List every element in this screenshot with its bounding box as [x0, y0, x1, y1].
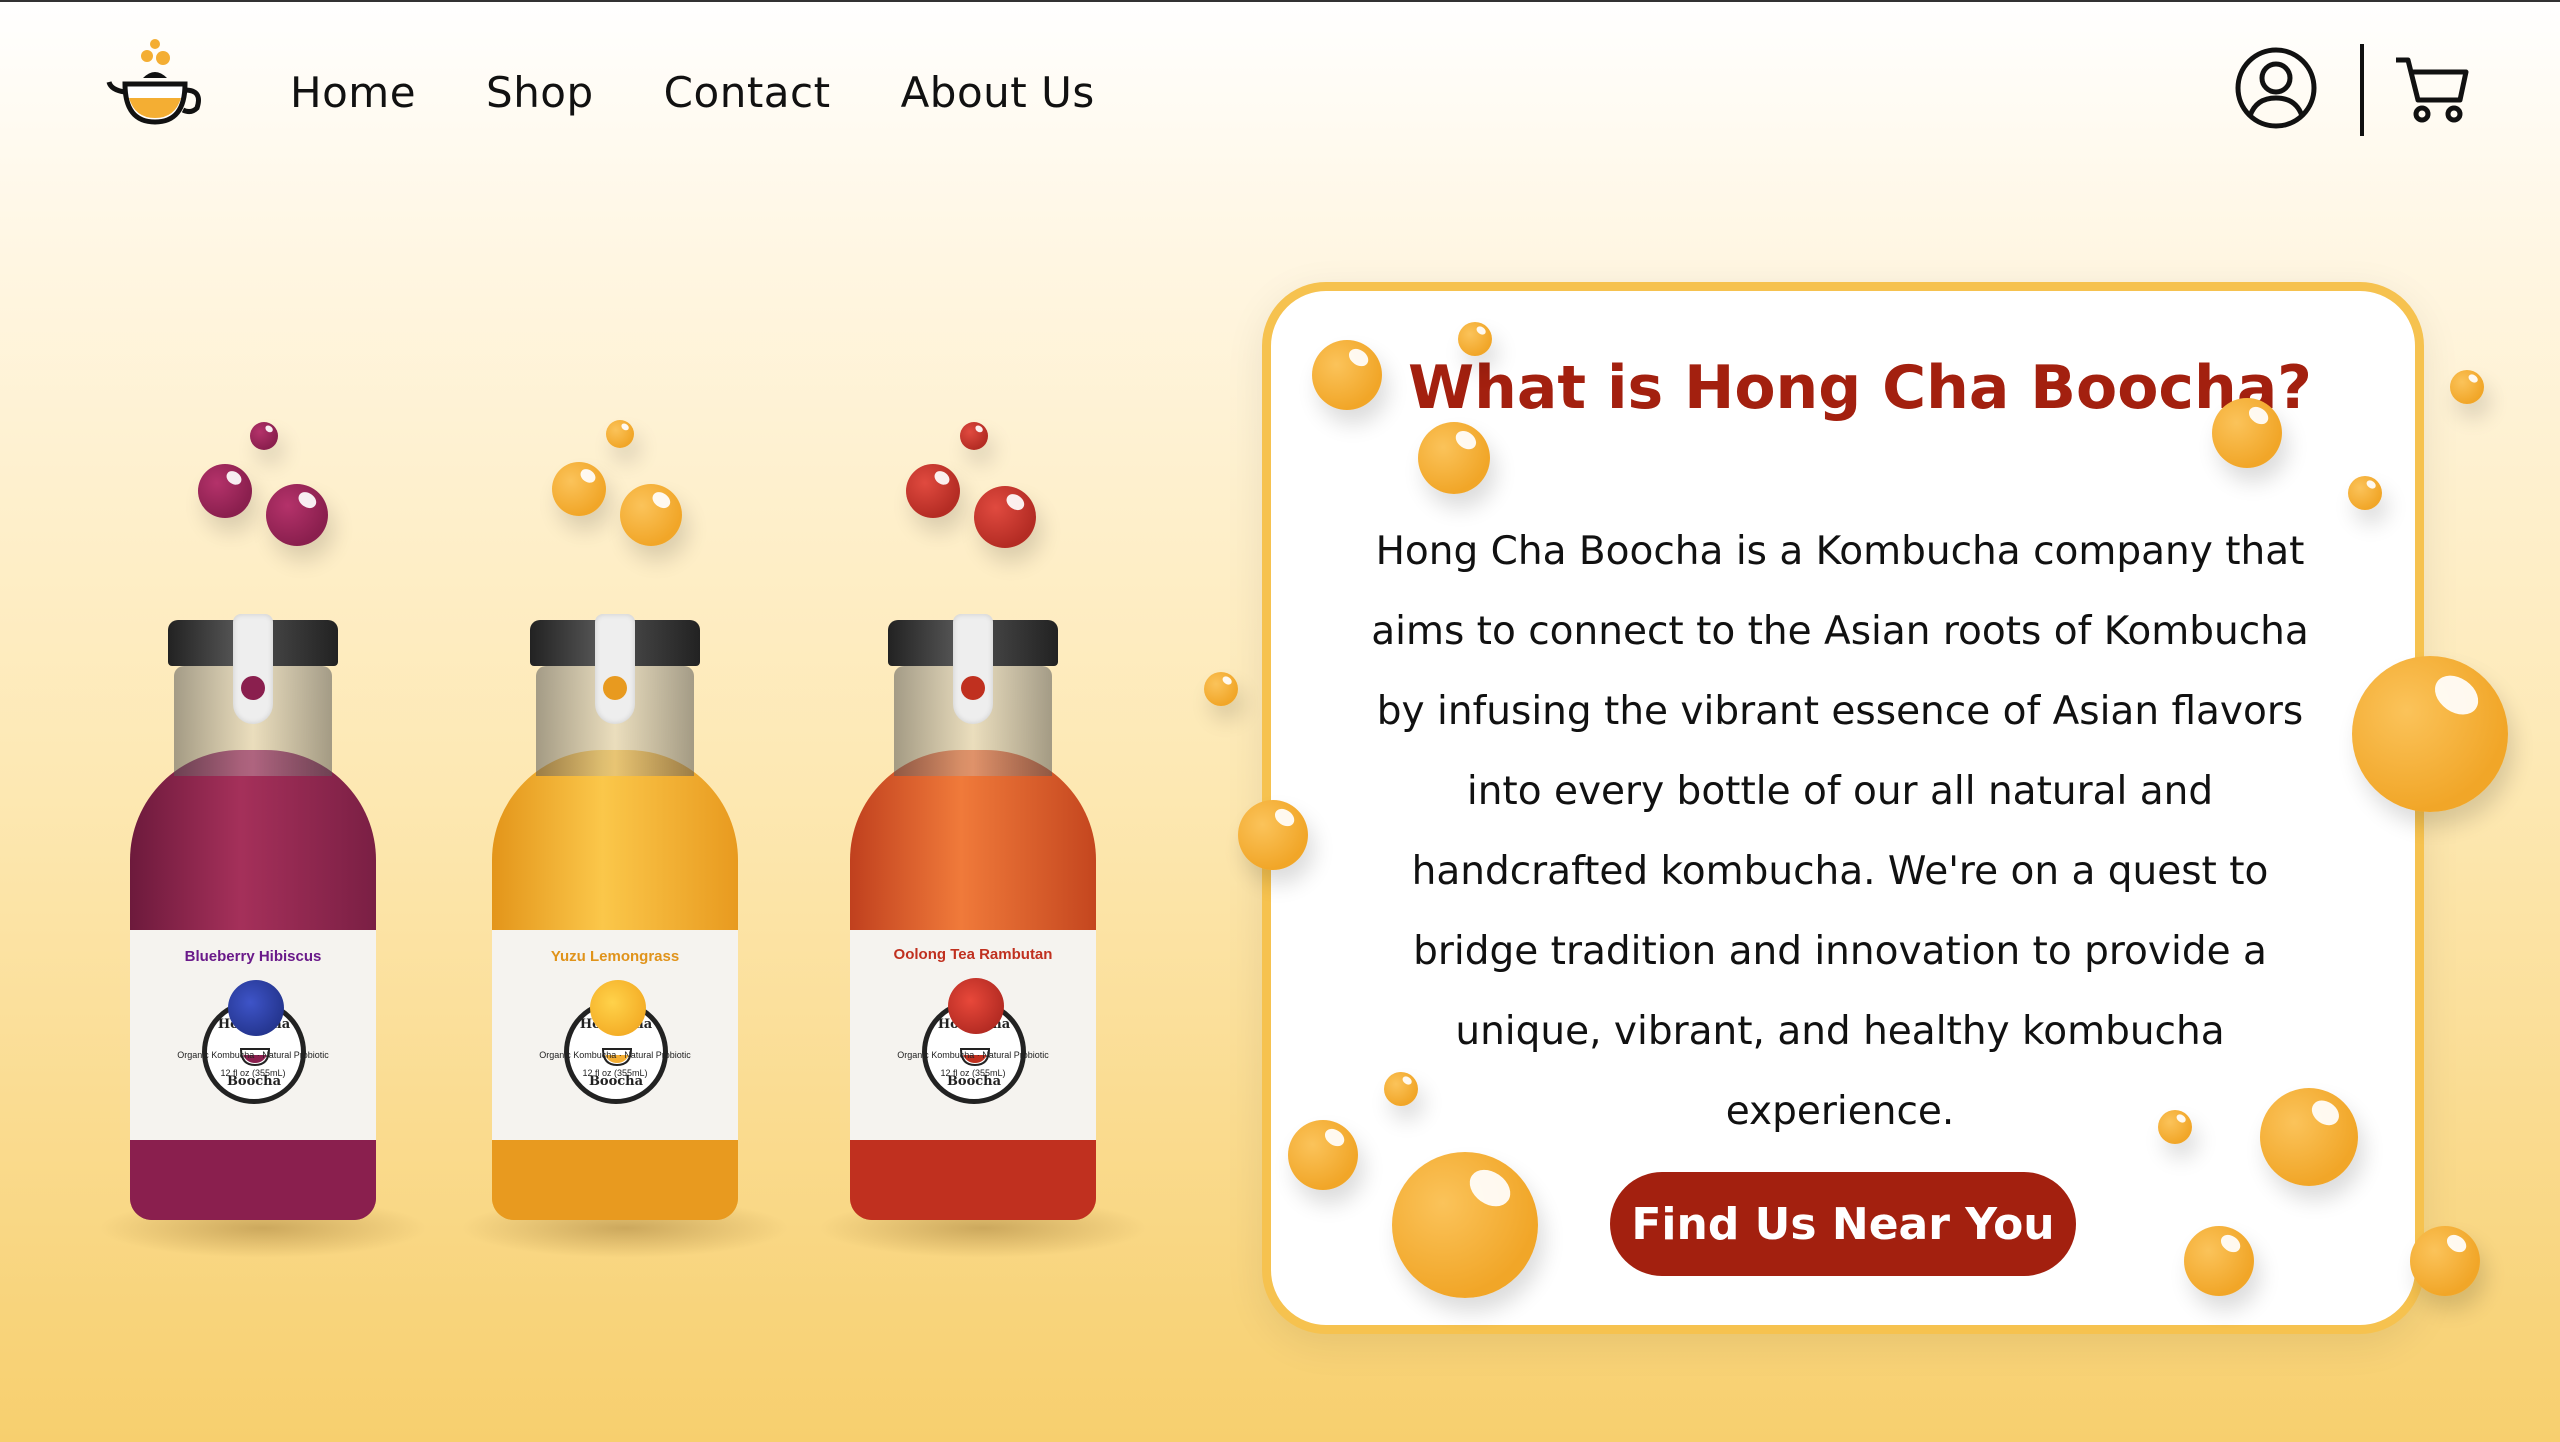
- bubble-decoration: [620, 484, 682, 546]
- bubble-decoration: [2260, 1088, 2358, 1186]
- nav-about-us[interactable]: About Us: [901, 68, 1095, 117]
- bubble-decoration: [1238, 800, 1308, 870]
- product-size: 12 fl oz (355mL): [940, 1068, 1006, 1078]
- find-us-near-you-button[interactable]: Find Us Near You: [1610, 1172, 2076, 1276]
- bubble-decoration: [250, 422, 278, 450]
- bubble-decoration: [2348, 476, 2382, 510]
- teapot-logo-icon[interactable]: [105, 34, 205, 134]
- bubble-decoration: [198, 464, 252, 518]
- bubble-decoration: [2212, 398, 2282, 468]
- nav-home[interactable]: Home: [290, 68, 416, 117]
- nav-contact[interactable]: Contact: [664, 68, 831, 117]
- bubble-decoration: [906, 464, 960, 518]
- flavor-label: Oolong Tea Rambutan: [893, 946, 1053, 963]
- product-tagline: Organic Kombucha · Natural Probiotic: [539, 1050, 691, 1060]
- product-tagline: Organic Kombucha · Natural Probiotic: [177, 1050, 329, 1060]
- label-wave: [850, 1140, 1096, 1220]
- product-bottle-oolong-tea-rambutan[interactable]: Hong Cha Boocha Oolong Tea Rambutan Orga…: [818, 610, 1148, 1258]
- bubble-decoration: [2410, 1226, 2480, 1296]
- bubble-decoration: [606, 420, 634, 448]
- product-bottle-blueberry-hibiscus[interactable]: Hong Cha Boocha Blueberry Hibiscus Organ…: [98, 610, 428, 1258]
- rambutan-icon: [948, 978, 1004, 1034]
- nav-shop[interactable]: Shop: [486, 68, 594, 117]
- bubble-decoration: [1458, 322, 1492, 356]
- bubble-decoration: [1384, 1072, 1418, 1106]
- bubble-decoration: [552, 462, 606, 516]
- cap-tab: [233, 614, 273, 724]
- bubble-decoration: [974, 486, 1036, 548]
- flavor-label: Blueberry Hibiscus: [184, 948, 322, 965]
- flavor-label: Yuzu Lemongrass: [550, 948, 680, 965]
- about-title: What is Hong Cha Boocha?: [1408, 353, 2312, 423]
- product-bottle-yuzu-lemongrass[interactable]: Hong Cha Boocha Yuzu Lemongrass Organic …: [460, 610, 790, 1258]
- label-wave: [492, 1140, 738, 1220]
- bubble-decoration: [2184, 1226, 2254, 1296]
- bubble-decoration: [1204, 672, 1238, 706]
- yuzu-icon: [590, 980, 646, 1036]
- bubble-decoration: [266, 484, 328, 546]
- bubble-decoration: [2158, 1110, 2192, 1144]
- shopping-cart-icon[interactable]: [2392, 50, 2472, 130]
- bubble-decoration: [960, 422, 988, 450]
- user-circle-icon[interactable]: [2234, 46, 2318, 130]
- main-nav: Home Shop Contact About Us: [290, 68, 1165, 117]
- product-size: 12 fl oz (355mL): [220, 1068, 286, 1078]
- bubble-decoration: [1392, 1152, 1538, 1298]
- product-size: 12 fl oz (355mL): [582, 1068, 648, 1078]
- product-tagline: Organic Kombucha · Natural Probiotic: [897, 1050, 1049, 1060]
- bubble-decoration: [1312, 340, 1382, 410]
- about-body: Hong Cha Boocha is a Kombucha company th…: [1371, 529, 2309, 1134]
- cap-tab: [953, 614, 993, 724]
- cap-tab: [595, 614, 635, 724]
- bubble-decoration: [1418, 422, 1490, 494]
- header-divider: [2360, 44, 2364, 136]
- blueberry-icon: [228, 980, 284, 1036]
- bubble-decoration: [2352, 656, 2508, 812]
- label-wave: [130, 1140, 376, 1220]
- bubble-decoration: [2450, 370, 2484, 404]
- bubble-decoration: [1288, 1120, 1358, 1190]
